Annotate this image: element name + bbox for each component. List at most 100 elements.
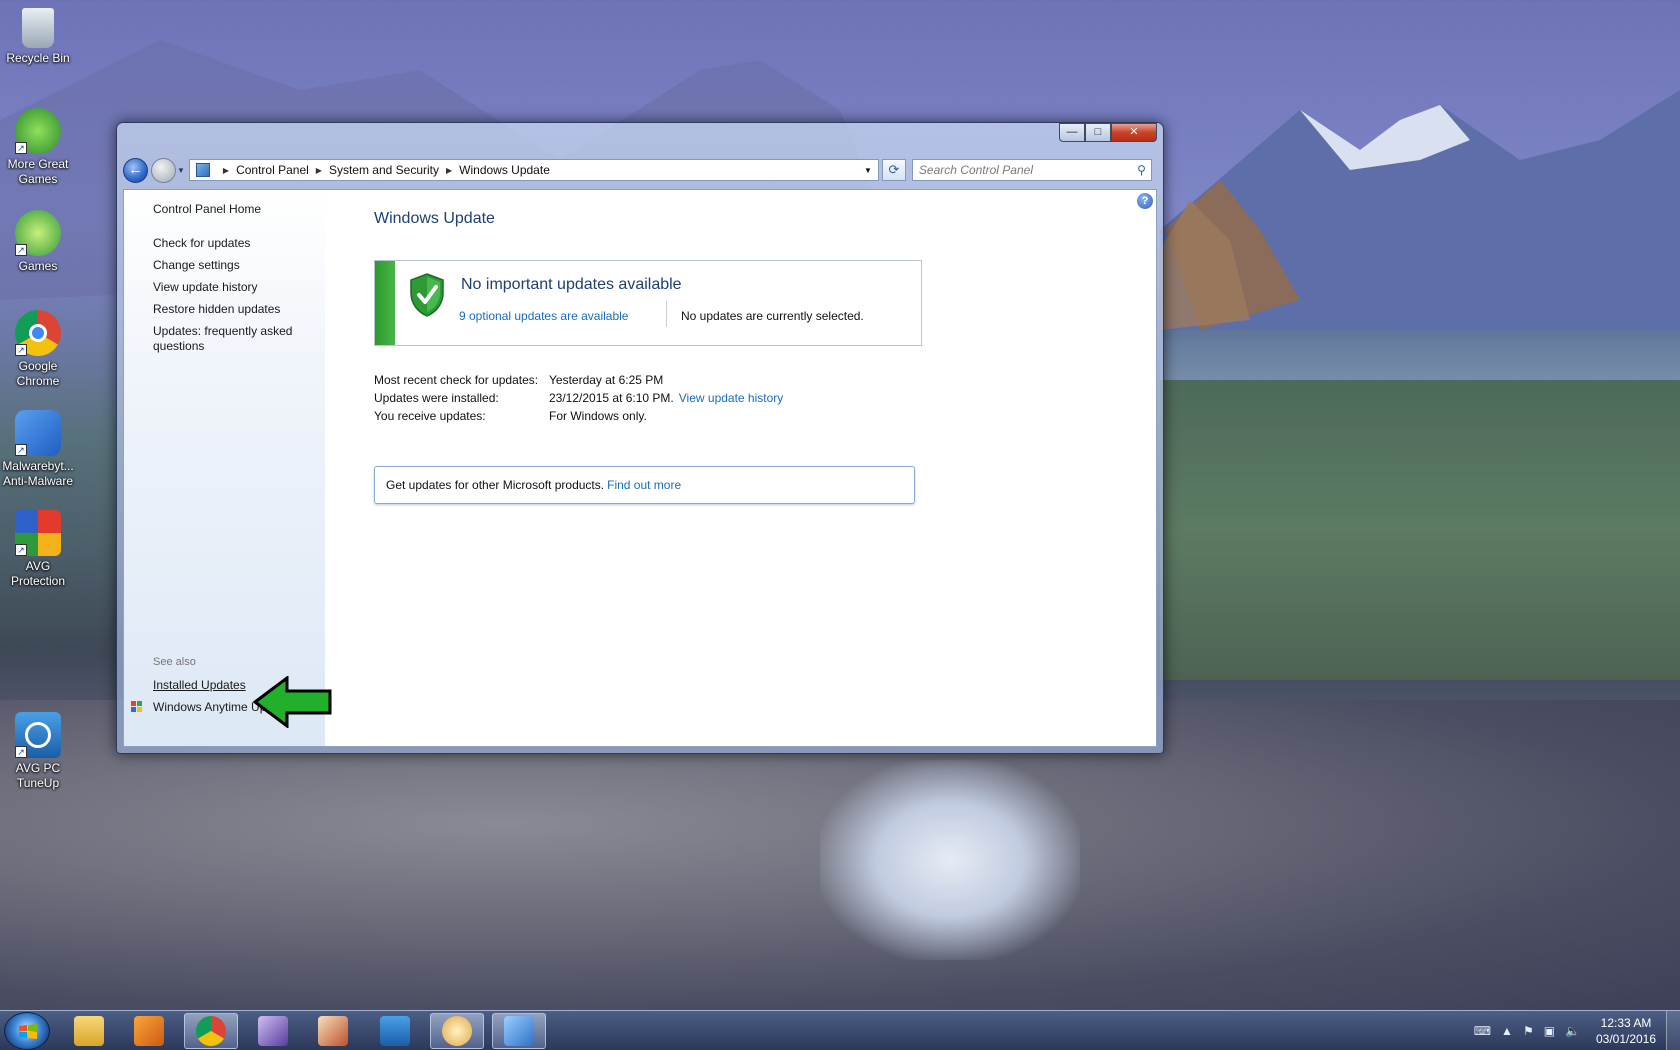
desktop-icon-games[interactable]: ↗ Games — [0, 210, 76, 274]
control-panel-icon — [195, 163, 210, 177]
desktop-icon-avg-tuneup[interactable]: ↗ AVG PC TuneUp — [0, 712, 76, 791]
refresh-button[interactable]: ⟳ — [881, 159, 906, 181]
status-headline: No important updates available — [461, 276, 682, 293]
windows-logo-icon — [19, 1024, 37, 1039]
malwarebytes-icon: ↗ — [15, 410, 61, 456]
start-button[interactable] — [4, 1012, 50, 1050]
desktop-icon-label: Google Chrome — [16, 359, 60, 388]
recent-pages-dropdown[interactable]: ▼ — [177, 166, 185, 175]
taskbar-game-1[interactable] — [246, 1013, 300, 1049]
taskbar-explorer[interactable] — [62, 1013, 116, 1049]
navigation-bar: ← → ▼ ▶ Control Panel ▶ System and Secur… — [123, 157, 1157, 183]
taskbar: ⌨ ▲ ⚑ ▣ 🔈 12:33 AM 03/01/2016 — [0, 1010, 1680, 1050]
taskbar-chrome[interactable] — [184, 1013, 238, 1049]
maximize-button[interactable]: □ — [1085, 123, 1111, 142]
restore-hidden-updates-link[interactable]: Restore hidden updates — [153, 302, 303, 317]
info-value: For Windows only. — [549, 409, 647, 423]
info-key: Most recent check for updates: — [374, 373, 539, 387]
clock[interactable]: 12:33 AM 03/01/2016 — [1590, 1015, 1662, 1047]
big-fish-games-icon: ↗ — [15, 210, 61, 256]
system-tray: ⌨ ▲ ⚑ ▣ 🔈 12:33 AM 03/01/2016 — [1474, 1011, 1680, 1050]
breadcrumb-windows-update[interactable]: Windows Update — [459, 163, 550, 177]
breadcrumb-control-panel[interactable]: Control Panel — [236, 163, 309, 177]
back-button[interactable]: ← — [123, 157, 148, 183]
no-selection-text: No updates are currently selected. — [681, 309, 864, 323]
taskbar-control-panel[interactable] — [492, 1013, 546, 1049]
avg-icon: ↗ — [15, 510, 61, 556]
forward-button[interactable]: → — [151, 157, 176, 183]
see-also-label: See also — [153, 656, 196, 668]
status-bar-green — [375, 261, 395, 345]
desktop-icon-label: Games — [18, 259, 58, 273]
paint-icon — [442, 1016, 472, 1046]
desktop-icon-label: Malwarebyt... Anti-Malware — [2, 459, 74, 488]
chevron-right-icon[interactable]: ▶ — [316, 166, 322, 175]
show-desktop-button[interactable] — [1666, 1011, 1680, 1050]
info-row: Updates were installed: 23/12/2015 at 6:… — [374, 391, 894, 409]
desktop-icon-more-great-games[interactable]: ↗ More Great Games — [0, 108, 76, 187]
desktop-icon-google-chrome[interactable]: ↗ Google Chrome — [0, 310, 76, 389]
taskbar-avg-tuneup[interactable] — [368, 1013, 422, 1049]
desktop-icon-recycle-bin[interactable]: Recycle Bin — [0, 8, 76, 66]
desktop-icon-malwarebytes[interactable]: ↗ Malwarebyt... Anti-Malware — [0, 410, 76, 489]
clock-date: 03/01/2016 — [1595, 1032, 1657, 1046]
main-content: Windows Update No important updates avai… — [374, 190, 1156, 746]
optional-updates-link[interactable]: 9 optional updates are available — [459, 309, 628, 323]
divider — [666, 301, 667, 327]
chevron-right-icon[interactable]: ▶ — [446, 166, 452, 175]
desktop-icon-label: AVG PC TuneUp — [15, 761, 61, 790]
search-placeholder: Search Control Panel — [918, 163, 1033, 177]
get-updates-text: Get updates for other Microsoft products… — [386, 478, 605, 492]
window-content: Control Panel Home Check for updates Cha… — [123, 189, 1157, 747]
action-center-flag-icon[interactable]: ⚑ — [1523, 1024, 1534, 1038]
info-value: 23/12/2015 at 6:10 PM. — [549, 391, 674, 405]
get-other-updates-box: Get updates for other Microsoft products… — [374, 466, 915, 504]
view-update-history-link[interactable]: View update history — [153, 280, 303, 295]
desktop-icon-label: AVG Protection — [10, 559, 66, 588]
shield-check-icon — [410, 273, 444, 317]
clock-time: 12:33 AM — [1600, 1016, 1652, 1030]
taskbar-media-player[interactable] — [122, 1013, 176, 1049]
info-value-group: 23/12/2015 at 6:10 PM. View update histor… — [549, 391, 783, 405]
address-dropdown-icon[interactable]: ▼ — [864, 166, 872, 175]
update-status-panel: No important updates available 9 optiona… — [374, 260, 922, 346]
taskbar-paint[interactable] — [430, 1013, 484, 1049]
find-out-more-link[interactable]: Find out more — [607, 478, 681, 492]
control-panel-icon — [504, 1016, 534, 1046]
minimize-button[interactable]: — — [1059, 123, 1085, 142]
keyboard-icon[interactable]: ⌨ — [1474, 1024, 1491, 1038]
chrome-icon: ↗ — [15, 310, 61, 356]
view-update-history-inline-link[interactable]: View update history — [679, 391, 784, 405]
control-panel-home-link[interactable]: Control Panel Home — [153, 202, 303, 217]
desktop-icon-avg-protection[interactable]: ↗ AVG Protection — [0, 510, 76, 589]
caption-buttons: — □ ✕ — [1059, 123, 1157, 142]
address-bar[interactable]: ▶ Control Panel ▶ System and Security ▶ … — [188, 159, 879, 181]
page-title: Windows Update — [374, 210, 495, 227]
search-input[interactable]: Search Control Panel ⚲ — [911, 159, 1152, 181]
info-key: You receive updates: — [374, 409, 486, 423]
check-for-updates-link[interactable]: Check for updates — [153, 236, 303, 251]
games-frog-icon: ↗ — [15, 108, 61, 154]
updates-faq-link[interactable]: Updates: frequently asked questions — [153, 324, 303, 354]
show-hidden-icons-icon[interactable]: ▲ — [1501, 1024, 1513, 1038]
info-key: Updates were installed: — [374, 391, 499, 405]
update-info-table: Most recent check for updates: Yesterday… — [374, 373, 894, 427]
search-icon[interactable]: ⚲ — [1137, 163, 1146, 177]
breadcrumb-system-and-security[interactable]: System and Security — [329, 163, 439, 177]
game-icon — [318, 1016, 348, 1046]
volume-icon[interactable]: 🔈 — [1565, 1024, 1580, 1038]
network-icon[interactable]: ▣ — [1544, 1024, 1555, 1038]
windows-flag-icon — [131, 701, 142, 712]
info-value: Yesterday at 6:25 PM — [549, 373, 664, 387]
game-icon — [258, 1016, 288, 1046]
chevron-right-icon[interactable]: ▶ — [223, 166, 229, 175]
change-settings-link[interactable]: Change settings — [153, 258, 303, 273]
left-navigation-pane: Control Panel Home Check for updates Cha… — [124, 190, 325, 746]
avg-tuneup-icon — [380, 1016, 410, 1046]
media-player-icon — [134, 1016, 164, 1046]
recycle-bin-icon — [22, 8, 54, 48]
close-button[interactable]: ✕ — [1111, 123, 1157, 142]
info-row: You receive updates: For Windows only. — [374, 409, 894, 427]
taskbar-game-2[interactable] — [306, 1013, 360, 1049]
chrome-icon — [196, 1016, 226, 1046]
